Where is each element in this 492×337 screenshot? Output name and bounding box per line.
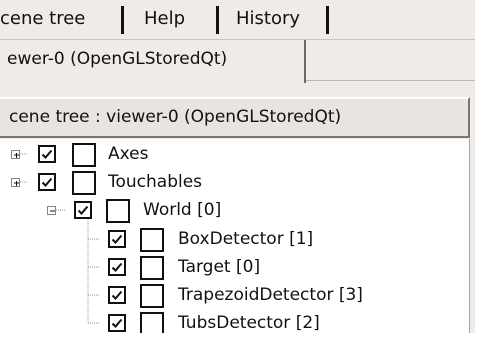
expand-icon[interactable] (11, 150, 20, 159)
menu-separator (216, 6, 219, 34)
checkbox-checked-icon[interactable] (38, 173, 56, 191)
tree-node-label: TubsDetector [2] (178, 313, 320, 333)
menu-item-history[interactable]: History (236, 4, 300, 34)
color-swatch-box (72, 143, 96, 167)
checkbox-checked-icon[interactable] (108, 230, 126, 248)
scene-tree-view[interactable]: Axes Touchables World [0] BoxDetector [1… (0, 139, 470, 333)
screenshot-frame: cene tree Help History ewer-0 (OpenGLSto… (0, 0, 492, 337)
scene-tree-window: cene tree Help History ewer-0 (OpenGLSto… (0, 0, 475, 333)
color-swatch-box (140, 256, 164, 280)
tree-node-label: Target [0] (178, 257, 261, 277)
color-swatch-box (140, 228, 164, 252)
menu-separator (326, 6, 329, 34)
scene-tree-panel: cene tree : viewer-0 (OpenGLStoredQt) Ax… (0, 83, 475, 333)
viewer-tab-bar: ewer-0 (OpenGLStoredQt) (0, 40, 475, 83)
tab-viewer-0[interactable]: ewer-0 (OpenGLStoredQt) (0, 40, 306, 83)
tree-node-label: TrapezoidDetector [3] (178, 285, 363, 305)
tab-bar-baseline (306, 80, 475, 81)
menu-item-help[interactable]: Help (144, 4, 185, 34)
color-swatch-box (72, 171, 96, 195)
tree-node-label: BoxDetector [1] (178, 229, 314, 249)
tree-node-label: Touchables (108, 172, 203, 192)
checkbox-checked-icon[interactable] (74, 201, 92, 219)
checkbox-checked-icon[interactable] (108, 286, 126, 304)
tree-node-label: Axes (108, 144, 149, 164)
scene-tree-header-button[interactable]: cene tree : viewer-0 (OpenGLStoredQt) (0, 97, 470, 138)
color-swatch-box (140, 312, 164, 333)
checkbox-checked-icon[interactable] (108, 314, 126, 332)
menu-bar: cene tree Help History (0, 0, 475, 40)
expand-icon[interactable] (11, 178, 20, 187)
collapse-icon[interactable] (47, 206, 56, 215)
tree-node-label: World [0] (143, 200, 222, 220)
menu-item-scene-tree[interactable]: cene tree (0, 4, 85, 34)
menu-separator (121, 6, 124, 34)
checkbox-checked-icon[interactable] (38, 145, 56, 163)
color-swatch-box (106, 199, 130, 223)
checkbox-checked-icon[interactable] (108, 258, 126, 276)
color-swatch-box (140, 284, 164, 308)
